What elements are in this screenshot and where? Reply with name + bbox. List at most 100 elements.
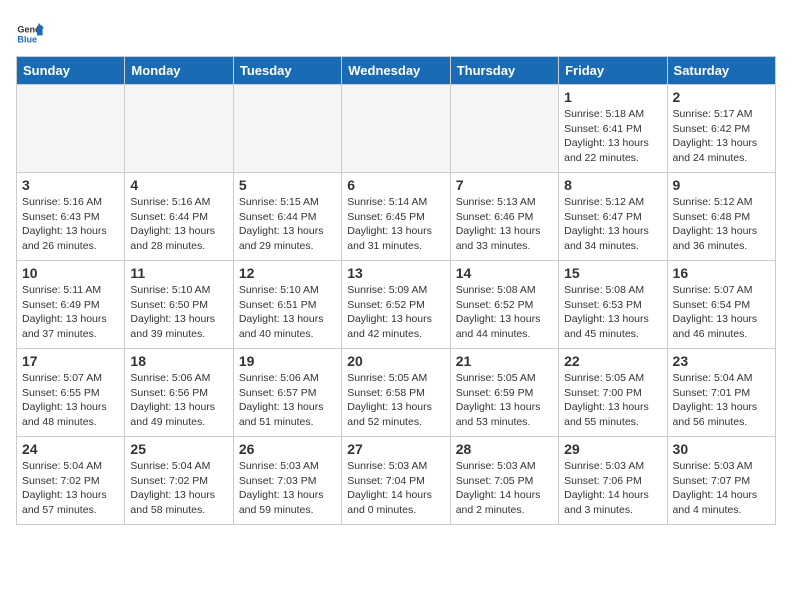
calendar-header-row: SundayMondayTuesdayWednesdayThursdayFrid… — [17, 57, 776, 85]
day-number: 9 — [673, 177, 770, 193]
calendar-cell — [342, 85, 450, 173]
day-info: Sunrise: 5:12 AM Sunset: 6:47 PM Dayligh… — [564, 195, 661, 254]
day-info: Sunrise: 5:11 AM Sunset: 6:49 PM Dayligh… — [22, 283, 119, 342]
day-info: Sunrise: 5:07 AM Sunset: 6:55 PM Dayligh… — [22, 371, 119, 430]
day-info: Sunrise: 5:18 AM Sunset: 6:41 PM Dayligh… — [564, 107, 661, 166]
calendar-cell: 9 Sunrise: 5:12 AM Sunset: 6:48 PM Daylig… — [667, 173, 775, 261]
day-number: 25 — [130, 441, 227, 457]
day-number: 1 — [564, 89, 661, 105]
day-number: 22 — [564, 353, 661, 369]
calendar-cell: 25 Sunrise: 5:04 AM Sunset: 7:02 PM Dayli… — [125, 437, 233, 525]
day-number: 3 — [22, 177, 119, 193]
calendar-week-3: 10 Sunrise: 5:11 AM Sunset: 6:49 PM Dayli… — [17, 261, 776, 349]
day-number: 5 — [239, 177, 336, 193]
weekday-header-monday: Monday — [125, 57, 233, 85]
calendar-cell: 10 Sunrise: 5:11 AM Sunset: 6:49 PM Dayli… — [17, 261, 125, 349]
day-number: 6 — [347, 177, 444, 193]
weekday-header-saturday: Saturday — [667, 57, 775, 85]
calendar-cell: 22 Sunrise: 5:05 AM Sunset: 7:00 PM Dayli… — [559, 349, 667, 437]
day-info: Sunrise: 5:05 AM Sunset: 6:58 PM Dayligh… — [347, 371, 444, 430]
calendar-cell: 1 Sunrise: 5:18 AM Sunset: 6:41 PM Daylig… — [559, 85, 667, 173]
calendar-cell: 5 Sunrise: 5:15 AM Sunset: 6:44 PM Daylig… — [233, 173, 341, 261]
day-info: Sunrise: 5:14 AM Sunset: 6:45 PM Dayligh… — [347, 195, 444, 254]
calendar-cell: 20 Sunrise: 5:05 AM Sunset: 6:58 PM Dayli… — [342, 349, 450, 437]
calendar-cell: 6 Sunrise: 5:14 AM Sunset: 6:45 PM Daylig… — [342, 173, 450, 261]
page-header: General Blue — [16, 16, 776, 48]
calendar-cell: 17 Sunrise: 5:07 AM Sunset: 6:55 PM Dayli… — [17, 349, 125, 437]
day-number: 12 — [239, 265, 336, 281]
logo-icon: General Blue — [16, 20, 44, 48]
calendar-cell — [125, 85, 233, 173]
day-number: 7 — [456, 177, 553, 193]
day-info: Sunrise: 5:16 AM Sunset: 6:43 PM Dayligh… — [22, 195, 119, 254]
weekday-header-friday: Friday — [559, 57, 667, 85]
day-number: 21 — [456, 353, 553, 369]
day-number: 20 — [347, 353, 444, 369]
day-info: Sunrise: 5:17 AM Sunset: 6:42 PM Dayligh… — [673, 107, 770, 166]
calendar-cell — [450, 85, 558, 173]
calendar-cell: 24Sunrise: 5:04 AM Sunset: 7:02 PM Dayli… — [17, 437, 125, 525]
day-info: Sunrise: 5:07 AM Sunset: 6:54 PM Dayligh… — [673, 283, 770, 342]
calendar-cell: 14Sunrise: 5:08 AM Sunset: 6:52 PM Dayli… — [450, 261, 558, 349]
day-number: 10 — [22, 265, 119, 281]
weekday-header-sunday: Sunday — [17, 57, 125, 85]
weekday-header-tuesday: Tuesday — [233, 57, 341, 85]
day-info: Sunrise: 5:15 AM Sunset: 6:44 PM Dayligh… — [239, 195, 336, 254]
day-number: 17 — [22, 353, 119, 369]
day-info: Sunrise: 5:08 AM Sunset: 6:52 PM Dayligh… — [456, 283, 553, 342]
day-number: 8 — [564, 177, 661, 193]
day-number: 16 — [673, 265, 770, 281]
day-number: 26 — [239, 441, 336, 457]
day-number: 23 — [673, 353, 770, 369]
day-info: Sunrise: 5:03 AM Sunset: 7:05 PM Dayligh… — [456, 459, 553, 518]
day-number: 15 — [564, 265, 661, 281]
calendar-table: SundayMondayTuesdayWednesdayThursdayFrid… — [16, 56, 776, 525]
calendar-cell: 29 Sunrise: 5:03 AM Sunset: 7:06 PM Dayli… — [559, 437, 667, 525]
day-number: 11 — [130, 265, 227, 281]
day-number: 19 — [239, 353, 336, 369]
calendar-cell: 26 Sunrise: 5:03 AM Sunset: 7:03 PM Dayli… — [233, 437, 341, 525]
day-number: 29 — [564, 441, 661, 457]
day-info: Sunrise: 5:04 AM Sunset: 7:02 PM Dayligh… — [130, 459, 227, 518]
calendar-cell: 4 Sunrise: 5:16 AM Sunset: 6:44 PM Daylig… — [125, 173, 233, 261]
svg-text:Blue: Blue — [17, 34, 37, 44]
calendar-cell — [17, 85, 125, 173]
calendar-week-1: 1 Sunrise: 5:18 AM Sunset: 6:41 PM Daylig… — [17, 85, 776, 173]
calendar-cell: 16 Sunrise: 5:07 AM Sunset: 6:54 PM Dayli… — [667, 261, 775, 349]
day-number: 4 — [130, 177, 227, 193]
day-number: 28 — [456, 441, 553, 457]
day-number: 18 — [130, 353, 227, 369]
day-info: Sunrise: 5:03 AM Sunset: 7:06 PM Dayligh… — [564, 459, 661, 518]
calendar-cell: 27 Sunrise: 5:03 AM Sunset: 7:04 PM Dayli… — [342, 437, 450, 525]
day-info: Sunrise: 5:03 AM Sunset: 7:07 PM Dayligh… — [673, 459, 770, 518]
calendar-cell: 8 Sunrise: 5:12 AM Sunset: 6:47 PM Daylig… — [559, 173, 667, 261]
day-number: 27 — [347, 441, 444, 457]
day-info: Sunrise: 5:13 AM Sunset: 6:46 PM Dayligh… — [456, 195, 553, 254]
calendar-cell: 18Sunrise: 5:06 AM Sunset: 6:56 PM Dayli… — [125, 349, 233, 437]
calendar-week-2: 3 Sunrise: 5:16 AM Sunset: 6:43 PM Daylig… — [17, 173, 776, 261]
day-info: Sunrise: 5:10 AM Sunset: 6:51 PM Dayligh… — [239, 283, 336, 342]
calendar-cell: 23 Sunrise: 5:04 AM Sunset: 7:01 PM Dayli… — [667, 349, 775, 437]
calendar-cell: 13Sunrise: 5:09 AM Sunset: 6:52 PM Dayli… — [342, 261, 450, 349]
day-info: Sunrise: 5:08 AM Sunset: 6:53 PM Dayligh… — [564, 283, 661, 342]
day-number: 2 — [673, 89, 770, 105]
day-number: 30 — [673, 441, 770, 457]
day-info: Sunrise: 5:04 AM Sunset: 7:01 PM Dayligh… — [673, 371, 770, 430]
calendar-cell — [233, 85, 341, 173]
calendar-cell: 2 Sunrise: 5:17 AM Sunset: 6:42 PM Daylig… — [667, 85, 775, 173]
calendar-week-4: 17 Sunrise: 5:07 AM Sunset: 6:55 PM Dayli… — [17, 349, 776, 437]
calendar-week-5: 24 Sunrise: 5:04 AM Sunset: 7:02 PM Dayli… — [17, 437, 776, 525]
calendar-cell: 11Sunrise: 5:10 AM Sunset: 6:50 PM Dayli… — [125, 261, 233, 349]
day-info: Sunrise: 5:16 AM Sunset: 6:44 PM Dayligh… — [130, 195, 227, 254]
day-info: Sunrise: 5:12 AM Sunset: 6:48 PM Dayligh… — [673, 195, 770, 254]
weekday-header-wednesday: Wednesday — [342, 57, 450, 85]
day-info: Sunrise: 5:05 AM Sunset: 7:00 PM Dayligh… — [564, 371, 661, 430]
day-number: 24 — [22, 441, 119, 457]
calendar-cell: 15 Sunrise: 5:08 AM Sunset: 6:53 PM Dayli… — [559, 261, 667, 349]
calendar-cell: 28 Sunrise: 5:03 AM Sunset: 7:05 PM Dayli… — [450, 437, 558, 525]
day-info: Sunrise: 5:03 AM Sunset: 7:04 PM Dayligh… — [347, 459, 444, 518]
weekday-header-thursday: Thursday — [450, 57, 558, 85]
logo: General Blue — [16, 20, 48, 48]
day-info: Sunrise: 5:06 AM Sunset: 6:57 PM Dayligh… — [239, 371, 336, 430]
day-info: Sunrise: 5:03 AM Sunset: 7:03 PM Dayligh… — [239, 459, 336, 518]
